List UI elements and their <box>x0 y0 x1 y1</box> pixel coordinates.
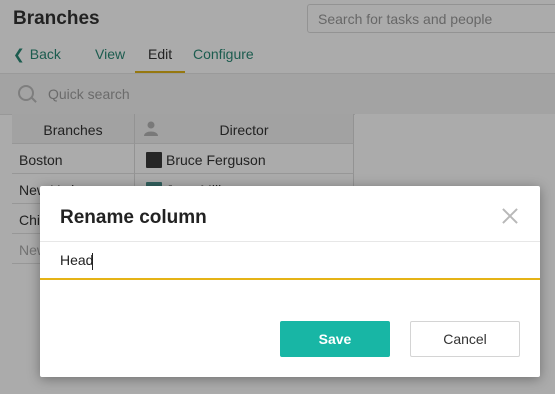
column-name-input[interactable] <box>40 242 540 280</box>
save-button[interactable]: Save <box>280 321 390 357</box>
dialog-title: Rename column <box>60 207 207 228</box>
cancel-button[interactable]: Cancel <box>410 321 520 357</box>
text-caret <box>92 253 93 270</box>
rename-column-dialog: Rename column Save Cancel <box>40 186 540 377</box>
close-icon[interactable] <box>499 205 521 227</box>
